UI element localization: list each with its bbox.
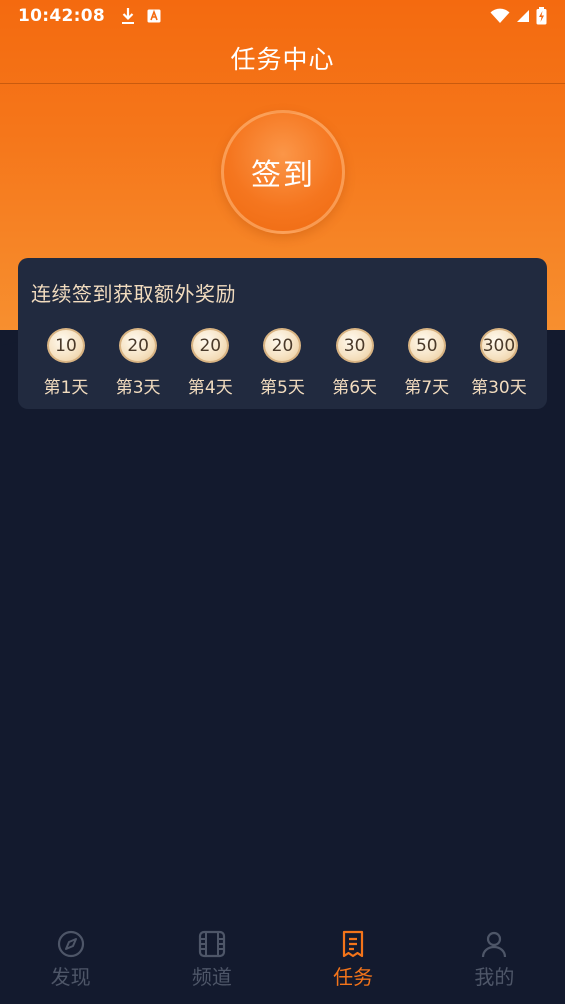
reward-coin: 50: [407, 328, 446, 363]
reward-day-label: 第5天: [260, 378, 305, 398]
reward-day-label: 第6天: [332, 378, 378, 398]
reward-coin: 300: [479, 328, 518, 363]
reward-item-day-3: 20 第3天: [102, 328, 174, 398]
nav-item-me[interactable]: 我的: [424, 914, 565, 1004]
film-icon: [198, 930, 226, 958]
bottom-nav: 发现 频道 任务 我的: [0, 914, 565, 1004]
reward-item-day-7: 50 第7天: [391, 328, 463, 398]
reward-item-day-30: 300 第30天: [463, 328, 535, 398]
reward-coin: 20: [191, 328, 230, 363]
download-icon: [121, 7, 135, 25]
reward-coin: 20: [263, 328, 302, 363]
reward-card-title: 连续签到获取额外奖励: [31, 282, 236, 306]
task-list-icon: [339, 930, 367, 958]
reward-coin: 30: [335, 328, 374, 363]
reward-coin: 10: [47, 328, 85, 363]
reward-list: 10 第1天 20 第3天 20 第4天 20 第5天 30 第6天 50 第7…: [30, 328, 535, 398]
status-bar: 10:42:08: [0, 0, 565, 32]
reward-item-day-6: 30 第6天: [319, 328, 391, 398]
reward-item-day-5: 20 第5天: [246, 328, 318, 398]
user-icon: [480, 930, 508, 958]
reward-day-label: 第3天: [115, 378, 161, 398]
reward-coin: 20: [119, 328, 158, 363]
task-center-screen: 10:42:08 任务中心 签到 连续签到获取额外奖励 10 第1天 20 第3…: [0, 0, 565, 1004]
nav-label: 任务: [333, 965, 374, 989]
nav-label: 频道: [191, 965, 232, 989]
battery-charging-icon: [536, 7, 547, 25]
nav-item-discover[interactable]: 发现: [0, 914, 141, 1004]
wifi-icon: [490, 8, 510, 24]
page-title: 任务中心: [230, 44, 335, 74]
nav-label: 发现: [50, 965, 91, 989]
reward-day-label: 第1天: [43, 378, 89, 398]
reward-day-label: 第30天: [471, 378, 527, 398]
nav-label: 我的: [474, 965, 515, 989]
reward-item-day-4: 20 第4天: [174, 328, 246, 398]
nav-item-channel[interactable]: 频道: [141, 914, 282, 1004]
signal-icon: [516, 9, 530, 23]
compass-icon: [57, 930, 85, 958]
status-time: 10:42:08: [18, 6, 105, 26]
signin-button[interactable]: 签到: [221, 110, 345, 234]
consecutive-reward-card: 连续签到获取额外奖励 10 第1天 20 第3天 20 第4天 20 第5天 3…: [18, 258, 547, 409]
reward-item-day-1: 10 第1天: [30, 328, 102, 398]
app-notification-icon: [147, 9, 161, 23]
title-bar: 任务中心: [0, 32, 565, 84]
reward-day-label: 第7天: [404, 378, 450, 398]
nav-item-tasks[interactable]: 任务: [283, 914, 424, 1004]
reward-day-label: 第4天: [187, 378, 233, 398]
